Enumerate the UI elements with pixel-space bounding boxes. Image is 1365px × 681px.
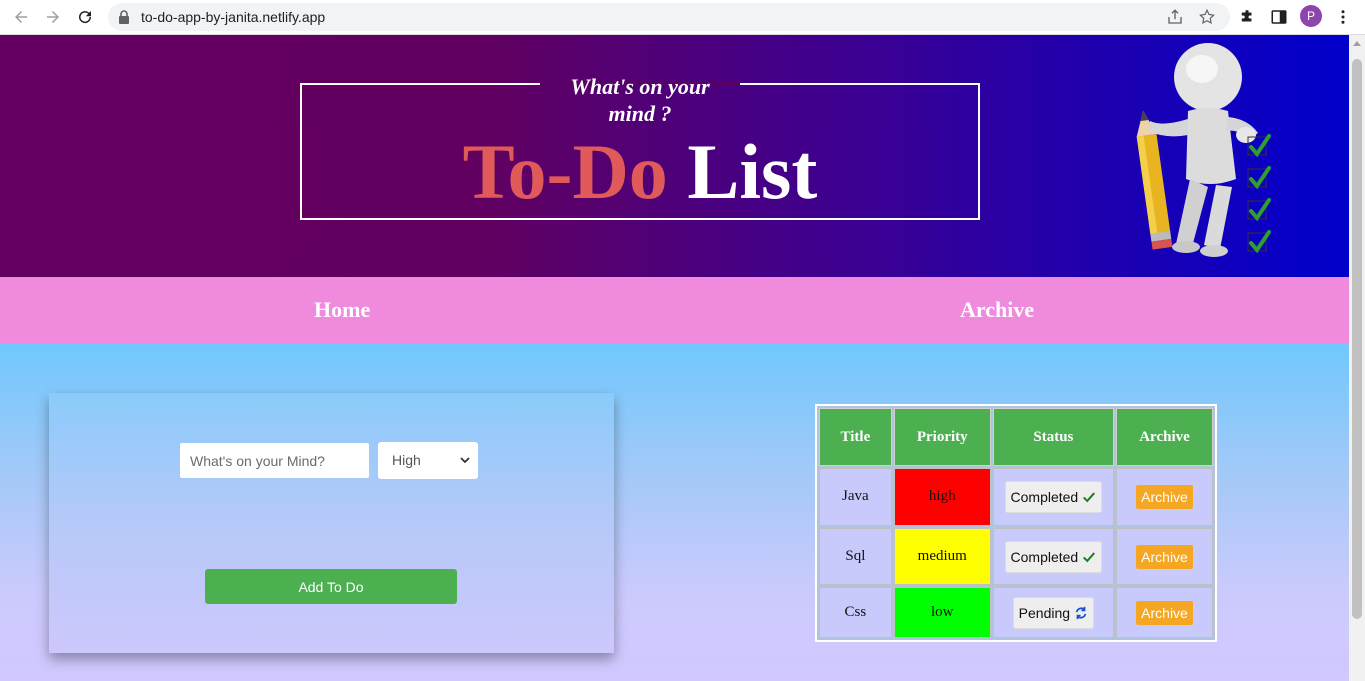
status-label: Pending [1018, 604, 1071, 621]
check-icon [1083, 492, 1096, 503]
check-icon [1083, 552, 1096, 562]
priority-cell: high [893, 468, 991, 526]
arrow-right-icon [47, 11, 59, 23]
archive-cell: Archive [1116, 468, 1213, 526]
tagline-line2: mind ? [608, 101, 672, 126]
page-title: To-Do List [300, 127, 980, 217]
scroll-up-arrow-icon[interactable] [1353, 41, 1361, 46]
priority-selected-value: High [392, 452, 421, 468]
title-list: List [687, 128, 818, 215]
task-title-cell: Sql [819, 527, 892, 586]
priority-cell: medium [893, 527, 991, 586]
todo-table-container: Title Priority Status Archive Java high … [815, 404, 1217, 642]
nav-bar: Home Archive [0, 277, 1349, 343]
archive-cell: Archive [1116, 587, 1213, 638]
status-label: Completed [1010, 488, 1079, 505]
add-todo-card: High Add To Do [49, 393, 614, 653]
task-input[interactable] [180, 443, 369, 478]
nav-archive-link[interactable]: Archive [960, 297, 1034, 323]
forward-button[interactable] [40, 4, 66, 30]
back-button[interactable] [8, 4, 34, 30]
profile-avatar[interactable]: P [1300, 5, 1322, 27]
browser-toolbar: to-do-app-by-janita.netlify.app P [0, 0, 1365, 35]
extensions-icon[interactable] [1236, 6, 1258, 28]
column-header-status: Status [992, 408, 1114, 466]
reload-icon [79, 11, 92, 24]
table-row: Java high Completed Archive [819, 468, 1213, 526]
header-banner: What's on your mind ? To-Do List [0, 35, 1349, 277]
vertical-scrollbar[interactable] [1349, 35, 1365, 681]
star-icon[interactable] [1198, 8, 1216, 26]
status-button[interactable]: Completed [1004, 540, 1103, 573]
task-title-cell: Java [819, 468, 892, 526]
status-cell: Completed [992, 468, 1114, 526]
scrollbar-thumb[interactable] [1352, 59, 1362, 619]
status-button[interactable]: Pending [1012, 596, 1095, 629]
priority-cell: low [893, 587, 991, 638]
lock-icon [119, 10, 129, 24]
column-header-archive: Archive [1116, 408, 1213, 466]
table-header-row: Title Priority Status Archive [819, 408, 1213, 466]
table-row: Css low Pending Archive [819, 587, 1213, 638]
table-row: Sql medium Completed Archive [819, 527, 1213, 586]
side-panel-icon[interactable] [1268, 6, 1290, 28]
status-label: Completed [1010, 548, 1079, 565]
tagline-line1: What's on your [570, 74, 710, 99]
title-todo: To-Do [462, 128, 668, 215]
arrow-left-icon [15, 11, 27, 23]
tagline: What's on your mind ? [540, 73, 740, 127]
todo-table: Title Priority Status Archive Java high … [817, 406, 1215, 640]
nav-home-link[interactable]: Home [314, 297, 370, 323]
archive-cell: Archive [1116, 527, 1213, 586]
task-title-cell: Css [819, 587, 892, 638]
column-header-priority: Priority [893, 408, 991, 466]
address-bar[interactable]: to-do-app-by-janita.netlify.app [108, 3, 1230, 31]
status-cell: Completed [992, 527, 1114, 586]
chevron-down-icon [460, 457, 470, 464]
status-button[interactable]: Completed [1004, 480, 1103, 513]
archive-button[interactable]: Archive [1136, 544, 1193, 569]
status-cell: Pending [992, 587, 1114, 638]
add-todo-button[interactable]: Add To Do [205, 569, 457, 604]
share-icon[interactable] [1166, 8, 1184, 26]
column-header-title: Title [819, 408, 892, 466]
url-text: to-do-app-by-janita.netlify.app [141, 9, 326, 25]
page-viewport: What's on your mind ? To-Do List Home Ar… [0, 35, 1349, 681]
archive-button[interactable]: Archive [1136, 600, 1193, 625]
mascot-illustration [1136, 43, 1271, 257]
archive-button[interactable]: Archive [1136, 484, 1193, 509]
priority-select[interactable]: High [378, 442, 478, 479]
reload-button[interactable] [72, 4, 98, 30]
refresh-icon [1075, 606, 1087, 619]
menu-icon[interactable] [1332, 6, 1354, 28]
main-content: High Add To Do Title Priority Status Arc… [0, 343, 1349, 681]
